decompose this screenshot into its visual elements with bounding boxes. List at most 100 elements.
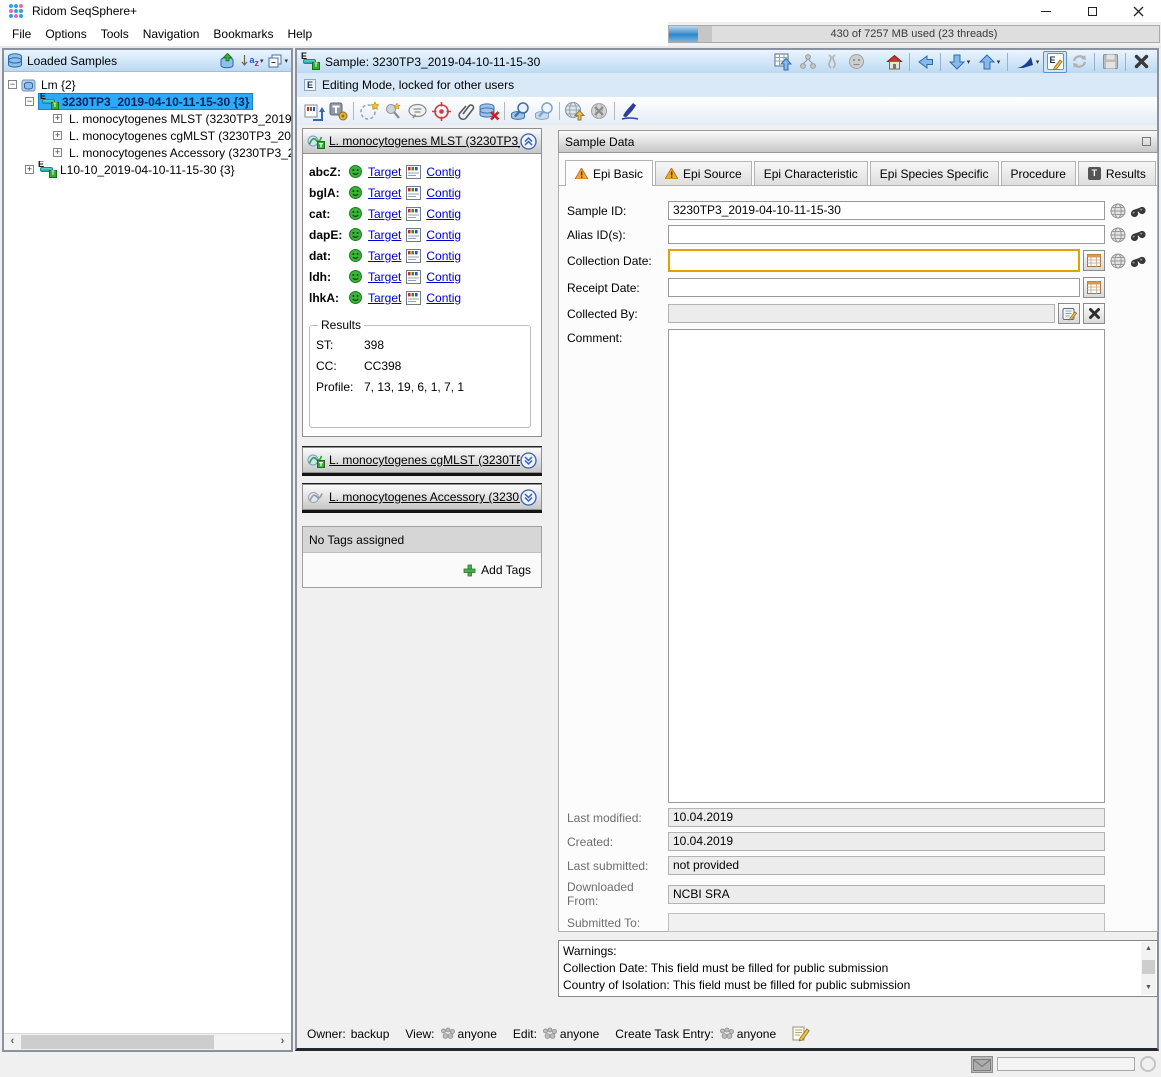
tab-epi-species-specific[interactable]: Epi Species Specific [870,161,999,185]
expander-icon[interactable]: − [8,80,17,89]
expander-icon[interactable]: + [53,131,62,140]
expand-chevron-icon[interactable] [520,489,537,506]
target-link[interactable]: Target [368,270,401,284]
close-view-button[interactable] [1129,51,1153,73]
expand-chevron-icon[interactable] [520,452,537,469]
menu-tools[interactable]: Tools [94,24,136,44]
receipt-date-field[interactable] [668,278,1080,297]
expander-icon[interactable]: − [25,97,34,106]
contig-link[interactable]: Contig [426,207,461,221]
sort-button[interactable]: az ▾ [241,54,263,68]
tab-epi-basic[interactable]: Epi Basic [565,160,653,186]
contig-link[interactable]: Contig [426,270,461,284]
menu-navigation[interactable]: Navigation [136,24,207,44]
sample-id-field[interactable]: 3230TP3_2019-04-10-11-15-30 [668,201,1105,220]
comment-textarea[interactable] [668,329,1105,803]
expander-icon[interactable]: + [53,148,62,157]
dna-view-button[interactable] [820,51,844,73]
submit-globe-button[interactable] [563,100,587,122]
scroll-left-button[interactable]: ‹ [4,1034,21,1050]
minimize-button[interactable] [1023,0,1069,22]
collapse-all-button[interactable]: ▾ [268,54,288,68]
table-export-button[interactable] [772,51,796,73]
back-button[interactable] [913,51,937,73]
target-link[interactable]: Target [368,165,401,179]
save-button[interactable] [1098,51,1122,73]
target-link[interactable]: Target [368,186,401,200]
signature-button[interactable] [618,100,642,122]
maximize-panel-icon[interactable] [1142,137,1151,146]
binoculars-icon[interactable] [1130,228,1147,242]
db-upload-button[interactable] [219,53,236,69]
contig-link[interactable]: Contig [426,249,461,263]
tab-procedure[interactable]: Procedure [1001,161,1076,185]
close-button[interactable] [1115,0,1161,22]
binoculars-icon[interactable] [1130,204,1147,218]
tree-item-sample-selected[interactable]: − ET 3230TP3_2019-04-10-11-15-30 {3} [4,93,291,110]
tree-item-cgmlst[interactable]: + L. monocytogenes cgMLST (3230TP3_2019- [4,127,291,144]
menu-help[interactable]: Help [280,24,319,44]
target-link[interactable]: Target [368,228,401,242]
globe-disabled-button[interactable] [587,100,611,122]
import-fastq-button[interactable] [302,100,326,122]
messages-button[interactable] [971,1056,993,1073]
recompute-button[interactable] [357,100,381,122]
home-button[interactable] [882,51,906,73]
face-view-button[interactable] [844,51,868,73]
mlst-panel-header[interactable]: L. monocytogenes MLST (3230TP3_2... [302,128,542,154]
refresh-button[interactable] [1067,51,1091,73]
pin-star-button[interactable] [381,100,405,122]
target-button[interactable] [429,100,453,122]
menu-bookmarks[interactable]: Bookmarks [206,24,280,44]
alias-field[interactable] [668,225,1105,244]
edit-mode-button[interactable]: E [1043,51,1067,73]
tree-item-accessory[interactable]: + L. monocytogenes Accessory (3230TP3_20 [4,144,291,161]
collected-by-lookup-button[interactable] [1058,303,1080,324]
cgmlst-panel-header[interactable]: L. monocytogenes cgMLST (3230TP3... [302,447,542,473]
contig-link[interactable]: Contig [426,291,461,305]
task-template-settings-button[interactable] [326,100,350,122]
edit-permissions-button[interactable] [792,1025,810,1042]
collection-date-field[interactable] [668,249,1080,272]
contig-link[interactable]: Contig [426,228,461,242]
collection-date-calendar-button[interactable] [1083,250,1105,271]
receipt-date-calendar-button[interactable] [1083,277,1105,298]
comment-button[interactable] [405,100,429,122]
expander-icon[interactable]: + [25,165,34,174]
maximize-button[interactable] [1069,0,1115,22]
accessory-panel-title[interactable]: L. monocytogenes Accessory (3230... [329,490,520,504]
scrollbar-thumb[interactable] [1142,960,1155,974]
cgmlst-panel-title[interactable]: L. monocytogenes cgMLST (3230TP3... [329,453,520,467]
collapse-chevron-icon[interactable] [520,133,537,150]
attachment-button[interactable] [453,100,477,122]
goto-button[interactable]: ▾ [1011,51,1043,73]
scroll-down-button[interactable]: ▼ [1141,981,1156,995]
horizontal-scrollbar[interactable]: ‹ › [4,1033,291,1050]
tab-results[interactable]: T Results [1078,161,1156,185]
tab-epi-characteristic[interactable]: Epi Characteristic [754,161,868,185]
scrollbar-thumb[interactable] [21,1035,214,1049]
add-tags-button[interactable]: Add Tags [463,563,531,577]
scroll-right-button[interactable]: › [274,1034,291,1050]
tab-epi-source[interactable]: Epi Source [655,161,752,185]
find-db-button[interactable] [508,100,532,122]
mlst-panel-title[interactable]: L. monocytogenes MLST (3230TP3_2... [329,134,520,148]
tree-item-sample-2[interactable]: + ET L10-10_2019-04-10-11-15-30 {3} [4,161,291,178]
expander-icon[interactable]: + [53,114,62,123]
menu-options[interactable]: Options [38,24,93,44]
tree-item-project[interactable]: − Lm {2} [4,76,291,93]
accessory-panel-header[interactable]: L. monocytogenes Accessory (3230... [302,484,542,510]
collected-by-clear-button[interactable] [1083,303,1105,324]
contig-link[interactable]: Contig [426,165,461,179]
tree-view-button[interactable] [796,51,820,73]
down-navigate-button[interactable]: ▾ [944,51,974,73]
scroll-up-button[interactable]: ▲ [1141,942,1156,956]
tree-item-mlst[interactable]: + L. monocytogenes MLST (3230TP3_2019-04 [4,110,291,127]
up-navigate-button[interactable]: ▾ [974,51,1004,73]
target-link[interactable]: Target [368,207,401,221]
binoculars-icon[interactable] [1130,254,1147,268]
warnings-scrollbar[interactable]: ▲ ▼ [1141,942,1156,995]
find-db-alt-button[interactable] [532,100,556,122]
target-link[interactable]: Target [368,249,401,263]
contig-link[interactable]: Contig [426,186,461,200]
